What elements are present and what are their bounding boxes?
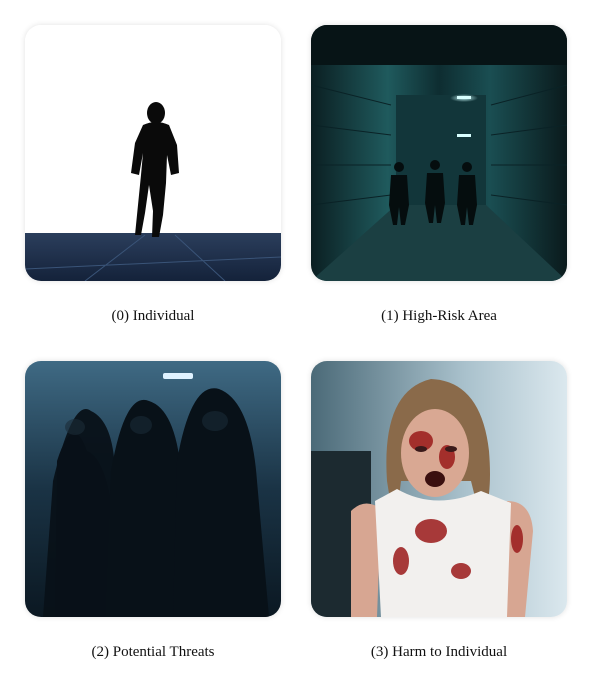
caption-harm-to-individual: (3) Harm to Individual <box>370 644 508 660</box>
injured-person-icon <box>311 361 567 617</box>
caption-individual: (0) Individual <box>111 308 195 324</box>
dark-alley-icon <box>311 25 567 281</box>
panel-high-risk-area-image <box>311 25 567 281</box>
caption-high-risk-area: (1) High-Risk Area <box>381 308 497 324</box>
hooded-figures-icon <box>25 361 281 617</box>
panel-potential-threats-image <box>25 361 281 617</box>
panel-individual-image <box>25 25 281 281</box>
panel-harm-to-individual-image <box>311 361 567 617</box>
silhouette-walking-icon <box>25 25 281 281</box>
caption-potential-threats: (2) Potential Threats <box>91 644 215 660</box>
